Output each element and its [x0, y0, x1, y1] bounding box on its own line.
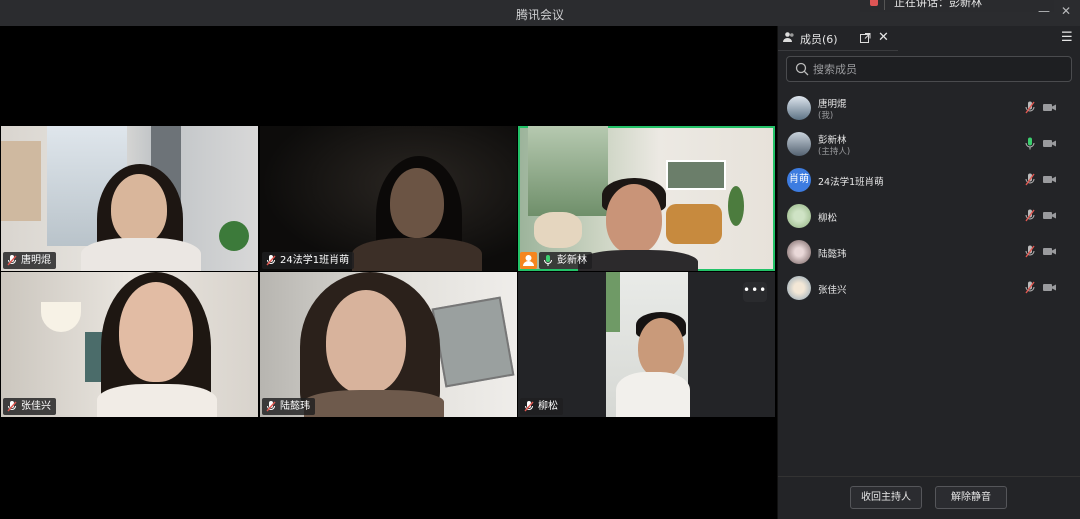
plant	[728, 186, 744, 226]
tab-underline	[778, 50, 898, 51]
tile-name: 24法学1班肖萌	[280, 255, 350, 266]
speaking-mic-icon	[870, 0, 878, 6]
member-row[interactable]: 肖萌 24法学1班肖萌	[778, 162, 1080, 198]
tile-name: 彭新林	[557, 255, 587, 266]
mic-on-icon[interactable]	[1025, 137, 1035, 150]
members-panel-header: 成员(6) ✕ ☰	[778, 26, 1080, 50]
host-badge	[520, 252, 537, 269]
member-name: 张佳兴	[818, 285, 847, 296]
chair	[534, 212, 582, 248]
mic-muted-icon[interactable]	[1025, 173, 1035, 186]
video-tile-4[interactable]: 张佳兴	[1, 272, 258, 417]
search-input[interactable]	[813, 60, 1063, 78]
camera-off-icon[interactable]	[1043, 283, 1056, 292]
member-search[interactable]	[786, 56, 1072, 82]
mic-muted-icon	[266, 401, 276, 412]
portrait-video-feed	[606, 272, 690, 417]
member-row[interactable]: 彭新林 (主持人)	[778, 126, 1080, 162]
camera-off-icon[interactable]	[1043, 247, 1056, 256]
mic-muted-icon[interactable]	[1025, 281, 1035, 294]
panel-menu-button[interactable]: ☰	[1061, 30, 1073, 45]
tile-name-label: 陆懿玮	[262, 398, 315, 415]
title-bar: 腾讯会议 正在讲话：彭新林 — ✕	[0, 0, 1080, 26]
member-name: 唐明焜	[818, 99, 847, 110]
more-options-button[interactable]: •••	[743, 282, 767, 302]
mic-muted-icon	[7, 401, 17, 412]
mic-muted-icon	[266, 255, 276, 266]
avatar	[787, 276, 811, 300]
electrical-box	[431, 296, 515, 388]
people-icon	[783, 32, 794, 42]
tile-name: 唐明焜	[21, 255, 51, 266]
unmute-all-button[interactable]: 解除静音	[935, 486, 1007, 509]
video-tile-3-active[interactable]: 彭新林	[518, 126, 775, 271]
shelf	[1, 141, 41, 221]
floor-lamp	[41, 302, 81, 332]
armchair	[666, 204, 722, 244]
member-row[interactable]: 张佳兴	[778, 270, 1080, 306]
tile-name: 柳松	[538, 401, 558, 412]
tile-name-label: 柳松	[520, 398, 563, 415]
mic-muted-icon[interactable]	[1025, 101, 1035, 114]
tile-name-label: 张佳兴	[3, 398, 56, 415]
close-window-button[interactable]: ✕	[1061, 4, 1071, 18]
video-stage: 唐明焜 24法学1班肖萌 彭新林 张佳兴 陆懿玮 ••• 柳松	[0, 26, 777, 519]
video-tile-2[interactable]: 24法学1班肖萌	[260, 126, 517, 271]
members-panel-footer: 收回主持人 解除静音	[778, 476, 1080, 519]
avatar	[787, 132, 811, 156]
members-panel: 成员(6) ✕ ☰ 唐明焜 (我) 彭新林 (主持人) 肖萌 24法学1班肖萌 …	[777, 26, 1080, 519]
search-icon	[795, 62, 809, 76]
window-plant	[606, 272, 620, 332]
close-panel-button[interactable]: ✕	[878, 30, 889, 45]
member-name: 彭新林	[818, 135, 847, 146]
member-row[interactable]: 柳松	[778, 198, 1080, 234]
avatar	[787, 204, 811, 228]
window-view	[528, 126, 608, 216]
video-tile-1[interactable]: 唐明焜	[1, 126, 258, 271]
member-name: 24法学1班肖萌	[818, 177, 884, 188]
notice-divider	[884, 0, 885, 10]
mic-on-icon	[544, 255, 552, 266]
member-row[interactable]: 陆懿玮	[778, 234, 1080, 270]
member-role: (主持人)	[818, 147, 851, 157]
tile-name-label: 24法学1班肖萌	[262, 252, 355, 269]
tile-name-label: 唐明焜	[3, 252, 56, 269]
avatar	[787, 240, 811, 264]
camera-off-icon[interactable]	[1043, 175, 1056, 184]
camera-off-icon[interactable]	[1043, 103, 1056, 112]
tile-name: 陆懿玮	[280, 401, 310, 412]
host-icon	[523, 255, 534, 266]
mic-muted-icon[interactable]	[1025, 209, 1035, 222]
speaking-notice: 正在讲话：彭新林	[860, 0, 1054, 12]
video-tile-5[interactable]: 陆懿玮	[260, 272, 517, 417]
member-name: 陆懿玮	[818, 249, 847, 260]
tile-name: 张佳兴	[21, 401, 51, 412]
mic-muted-icon[interactable]	[1025, 245, 1035, 258]
popout-icon[interactable]	[860, 33, 871, 44]
member-name: 柳松	[818, 213, 838, 224]
mic-muted-icon	[7, 255, 17, 266]
minimize-button[interactable]: —	[1038, 4, 1050, 18]
mic-muted-icon	[524, 401, 534, 412]
member-role: (我)	[818, 111, 834, 121]
avatar: 肖萌	[787, 168, 811, 192]
reclaim-host-button[interactable]: 收回主持人	[850, 486, 922, 509]
video-tile-6[interactable]: ••• 柳松	[518, 272, 775, 417]
avatar	[787, 96, 811, 120]
speaking-notice-text: 正在讲话：彭新林	[894, 0, 982, 9]
wall-art	[666, 160, 726, 190]
camera-off-icon[interactable]	[1043, 211, 1056, 220]
plant	[219, 221, 249, 251]
members-title: 成员(6)	[800, 33, 838, 46]
member-row[interactable]: 唐明焜 (我)	[778, 90, 1080, 126]
tile-name-label: 彭新林	[539, 252, 592, 269]
camera-off-icon[interactable]	[1043, 139, 1056, 148]
